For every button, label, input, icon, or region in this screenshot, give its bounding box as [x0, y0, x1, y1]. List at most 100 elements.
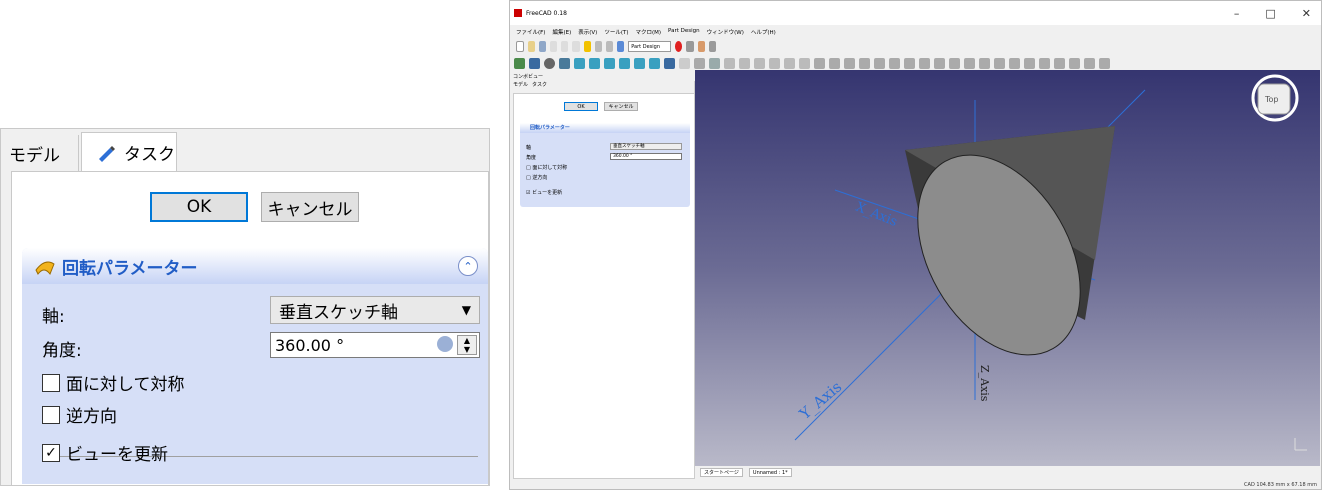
validate-sketch-icon[interactable]: [724, 57, 735, 69]
bottom-view-icon[interactable]: [634, 57, 645, 69]
record-macro-icon[interactable]: [675, 40, 683, 52]
undo-icon[interactable]: [594, 40, 602, 52]
workbench-selector[interactable]: Part Design: [628, 40, 672, 52]
print-icon[interactable]: [550, 40, 558, 52]
pad-icon[interactable]: [814, 57, 825, 69]
left-view-icon[interactable]: [649, 57, 660, 69]
save-icon[interactable]: [539, 40, 547, 52]
menu-macro[interactable]: マクロ(M): [635, 28, 661, 37]
menu-help[interactable]: ヘルプ(H): [751, 28, 776, 37]
reversed-checkbox[interactable]: [42, 405, 60, 424]
menu-window[interactable]: ウィンドウ(W): [707, 28, 744, 37]
symmetric-checkbox[interactable]: [42, 373, 60, 392]
combo-tabs: モデル タスク: [513, 81, 547, 91]
minimize-button[interactable]: –: [1234, 7, 1240, 20]
tab-task[interactable]: タスク: [81, 132, 177, 172]
menu-edit[interactable]: 編集(E): [552, 28, 571, 37]
fillet-icon[interactable]: [1039, 57, 1050, 69]
draft-icon[interactable]: [1069, 57, 1080, 69]
side-axis-dropdown[interactable]: 垂直スケッチ軸: [610, 143, 682, 150]
reversed-checkbox-row[interactable]: 逆方向: [42, 402, 117, 427]
hole-icon[interactable]: [904, 57, 915, 69]
zoom-icon[interactable]: [529, 57, 540, 69]
side-cancel-button[interactable]: キャンセル: [604, 102, 638, 111]
symmetric-checkbox-row[interactable]: 面に対して対称: [42, 370, 185, 395]
side-ok-button[interactable]: OK: [564, 102, 598, 111]
menu-part-design[interactable]: Part Design: [668, 28, 700, 37]
measure-icon[interactable]: [664, 57, 675, 69]
shape-binder-icon[interactable]: [784, 57, 795, 69]
run-macro-icon[interactable]: [708, 40, 716, 52]
rear-view-icon[interactable]: [619, 57, 630, 69]
combo-view-title: コンボビュー: [513, 74, 544, 80]
groove-icon[interactable]: [919, 57, 930, 69]
linear-pattern-icon[interactable]: [994, 57, 1005, 69]
fit-all-icon[interactable]: [514, 57, 525, 69]
menu-view[interactable]: 表示(V): [578, 28, 597, 37]
front-view-icon[interactable]: [574, 57, 585, 69]
menu-tools[interactable]: ツール(T): [604, 28, 628, 37]
collapse-icon[interactable]: ⌃: [458, 256, 478, 276]
thickness-icon[interactable]: [1084, 57, 1095, 69]
ok-button[interactable]: OK: [150, 192, 248, 222]
right-view-icon[interactable]: [604, 57, 615, 69]
cut-icon[interactable]: [561, 40, 569, 52]
stop-macro-icon[interactable]: [686, 40, 694, 52]
tab-model[interactable]: モデル: [9, 135, 79, 171]
maximize-button[interactable]: □: [1265, 7, 1275, 20]
side-tab-task[interactable]: タスク: [532, 81, 547, 91]
isometric-view-icon[interactable]: [559, 57, 570, 69]
3d-viewport[interactable]: X_Axis Y_Axis Z_Axis Top: [695, 70, 1320, 466]
refresh-icon[interactable]: [605, 40, 614, 52]
update-view-checkbox[interactable]: ✓: [42, 443, 60, 462]
side-symmetric-row[interactable]: □ 面に対して対称: [526, 164, 567, 171]
additive-primitive-icon[interactable]: [874, 57, 885, 69]
polar-pattern-icon[interactable]: [1009, 57, 1020, 69]
loft-icon[interactable]: [844, 57, 855, 69]
datum-point-icon[interactable]: [739, 57, 750, 69]
menu-file[interactable]: ファイル(F): [516, 28, 545, 37]
draw-style-icon[interactable]: [544, 57, 555, 69]
close-button[interactable]: ✕: [1302, 7, 1311, 20]
datum-plane-icon[interactable]: [769, 57, 780, 69]
revolution-tool-icon[interactable]: [829, 57, 840, 69]
subtractive-loft-icon[interactable]: [934, 57, 945, 69]
panel-header[interactable]: 回転パラメーター ⌃: [22, 248, 488, 284]
new-file-icon[interactable]: [516, 40, 524, 52]
side-tab-model[interactable]: モデル: [513, 81, 528, 91]
mirrored-icon[interactable]: [979, 57, 990, 69]
navigation-cube[interactable]: Top: [1251, 74, 1299, 122]
spin-arrows-icon[interactable]: ▲ ▼: [457, 335, 477, 355]
whats-this-icon[interactable]: [617, 40, 625, 52]
part-icon[interactable]: [694, 57, 705, 69]
side-panel-title[interactable]: 回転パラメーター: [520, 123, 690, 133]
axis-dropdown[interactable]: 垂直スケッチ軸 ▼: [270, 296, 480, 324]
copy-icon[interactable]: [572, 40, 580, 52]
datum-line-icon[interactable]: [754, 57, 765, 69]
side-reversed-row[interactable]: □ 逆方向: [526, 174, 547, 181]
pocket-icon[interactable]: [889, 57, 900, 69]
top-view-icon[interactable]: [589, 57, 600, 69]
open-file-icon[interactable]: [527, 40, 536, 52]
expression-icon[interactable]: [437, 336, 453, 352]
boolean-icon[interactable]: [1099, 57, 1110, 69]
chamfer-icon[interactable]: [1054, 57, 1065, 69]
side-angle-spinbox[interactable]: 360.00 °: [610, 153, 682, 160]
macro-list-icon[interactable]: [697, 40, 705, 52]
body-icon[interactable]: [679, 57, 690, 69]
angle-spinbox[interactable]: 360.00 ° ▲ ▼: [270, 332, 480, 358]
update-view-checkbox-row[interactable]: ✓ ビューを更新: [42, 440, 168, 465]
paste-icon[interactable]: [583, 40, 591, 52]
pipe-icon[interactable]: [859, 57, 870, 69]
angle-label: 角度:: [42, 341, 82, 361]
cancel-button[interactable]: キャンセル: [261, 192, 359, 222]
navigation-style[interactable]: CAD: [1244, 482, 1255, 488]
subtractive-primitive-icon[interactable]: [964, 57, 975, 69]
subtractive-pipe-icon[interactable]: [949, 57, 960, 69]
side-update-view-row[interactable]: ☑ ビューを更新: [526, 189, 562, 196]
sketch-icon[interactable]: [709, 57, 720, 69]
clone-icon[interactable]: [799, 57, 810, 69]
start-page-tab[interactable]: スタートページ: [700, 468, 743, 477]
multitransform-icon[interactable]: [1024, 57, 1035, 69]
unnamed-document-tab[interactable]: Unnamed : 1*: [748, 468, 792, 477]
